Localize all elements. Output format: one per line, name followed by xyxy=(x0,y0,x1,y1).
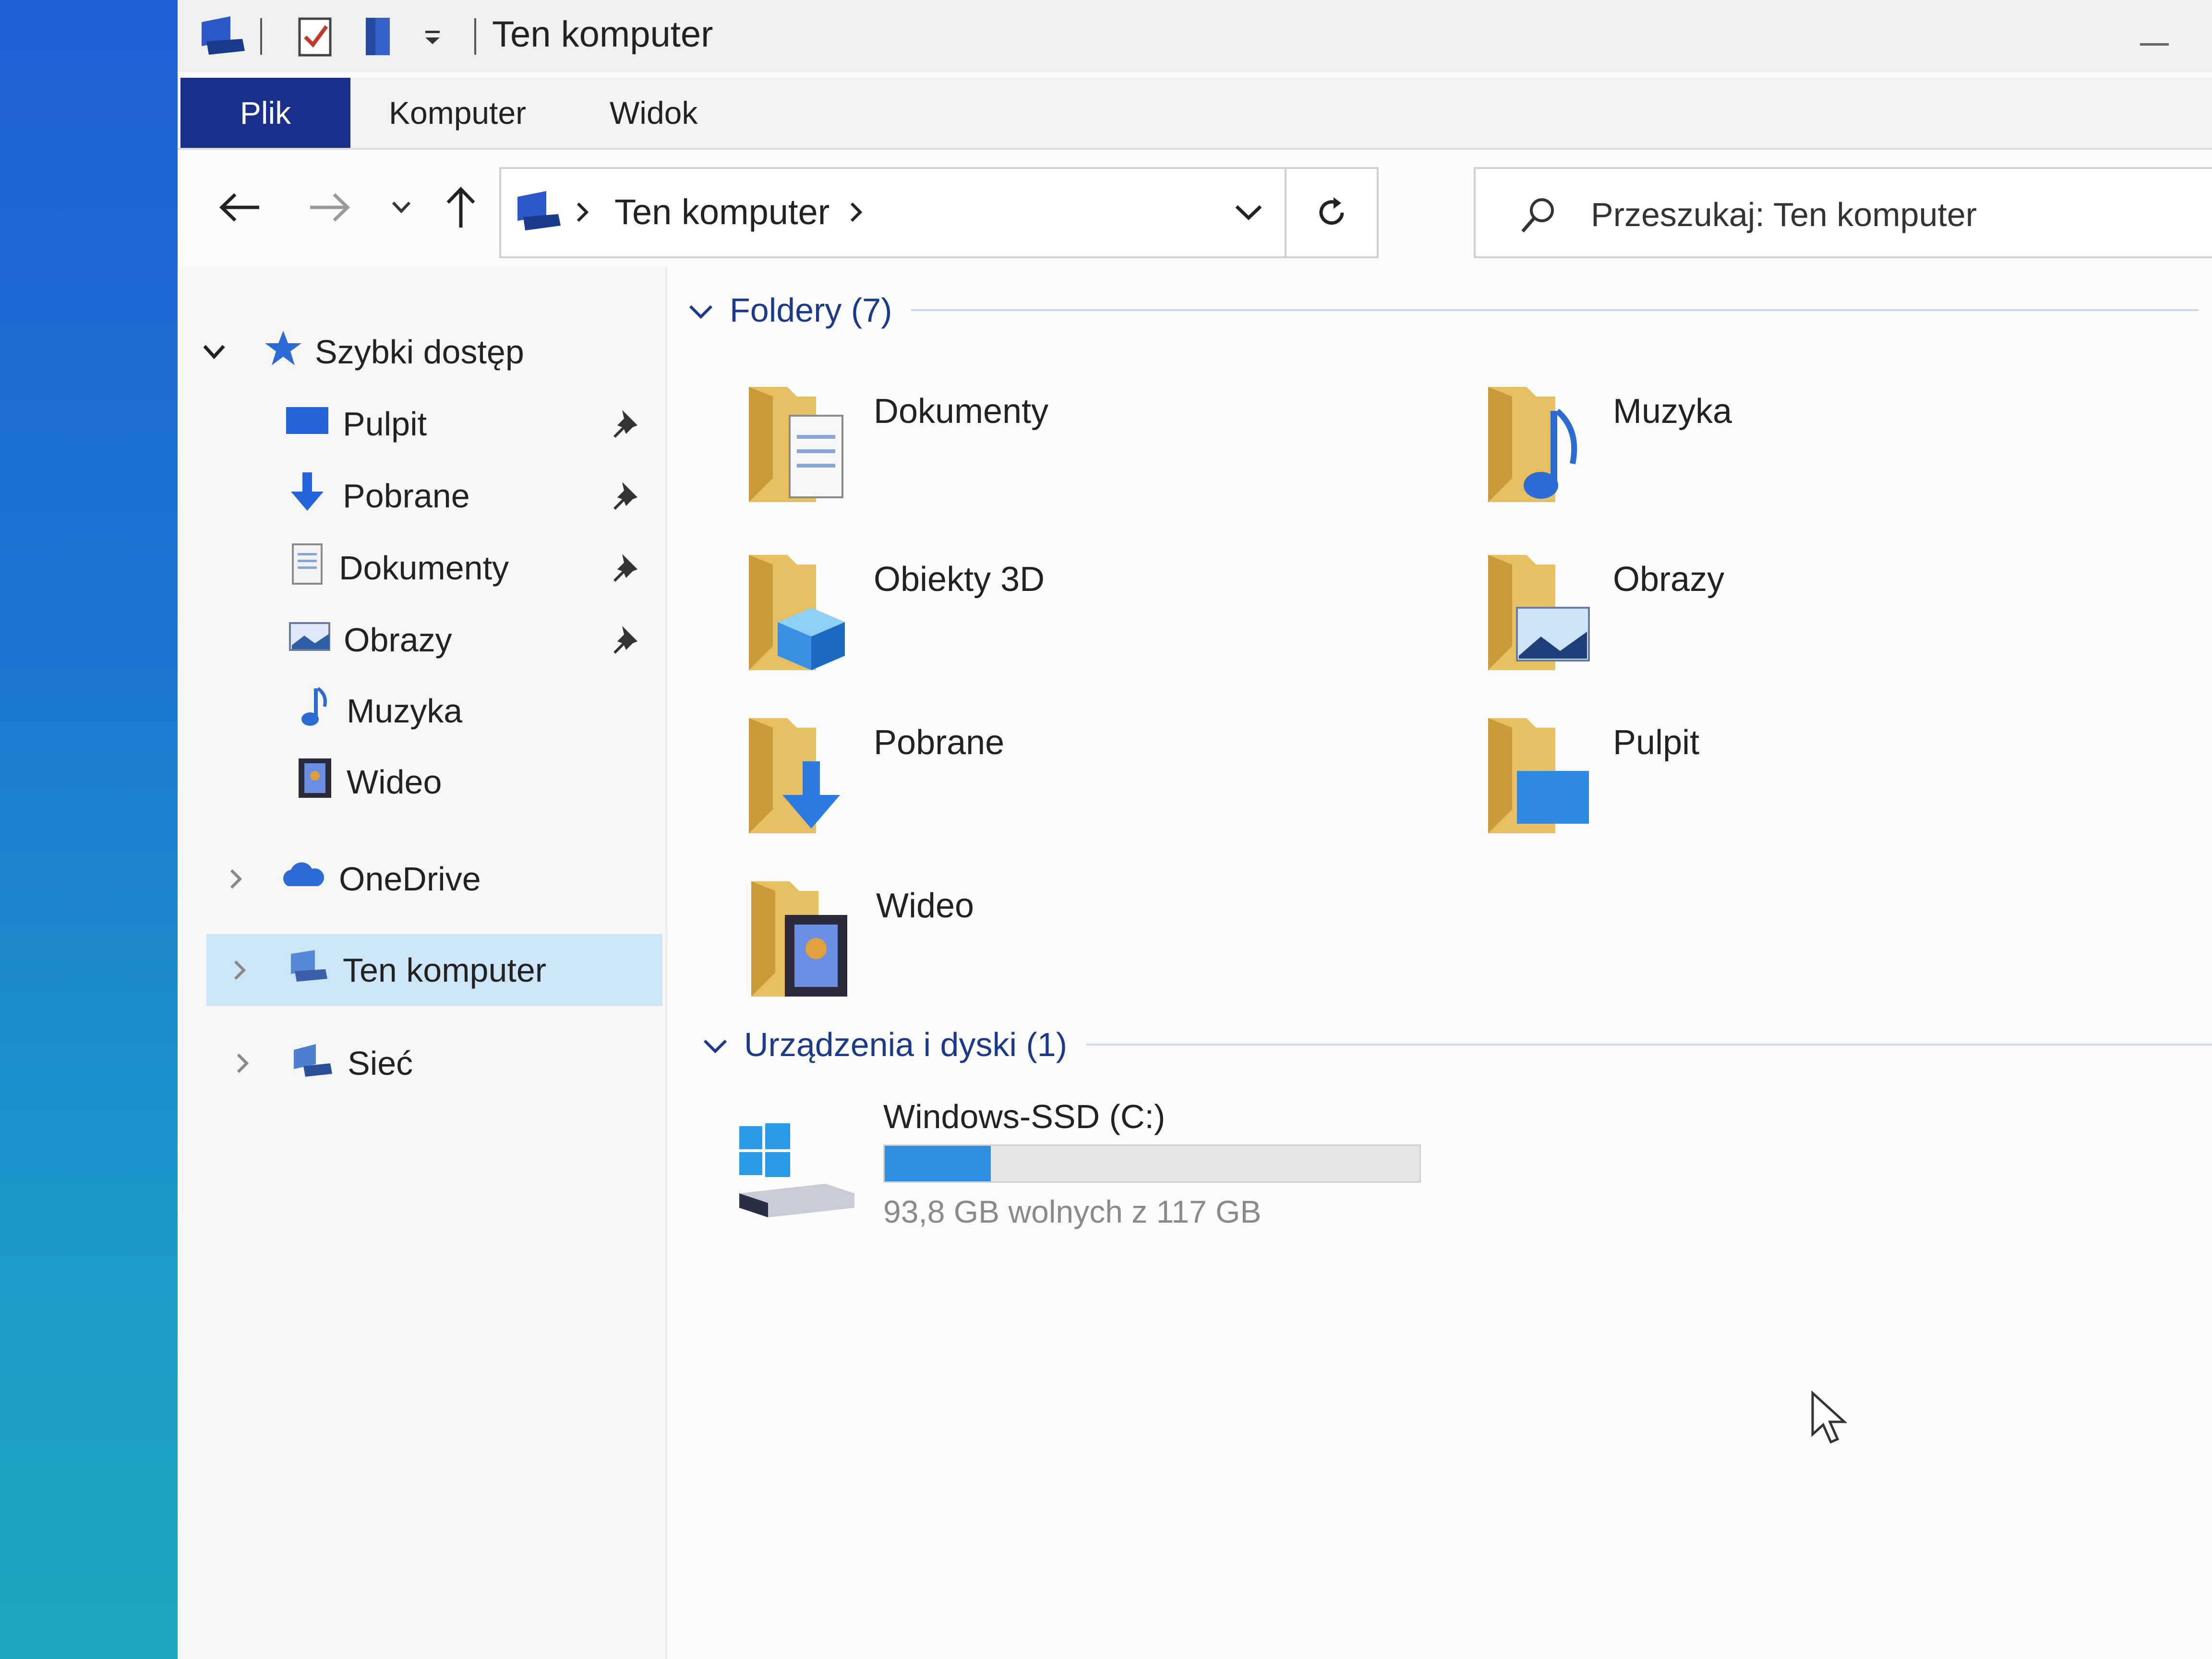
windows-drive-icon xyxy=(734,1121,864,1246)
nav-item-downloads[interactable]: Pobrane xyxy=(284,465,470,527)
refresh-button[interactable] xyxy=(1285,167,1379,258)
ribbon-tabs: Plik Komputer Widok xyxy=(178,78,2212,150)
documents-folder-icon xyxy=(744,382,854,507)
nav-item-desktop[interactable]: Pulpit xyxy=(284,393,427,455)
customize-quick-access-icon[interactable] xyxy=(421,12,445,60)
video-film-icon xyxy=(296,757,334,807)
computer-icon xyxy=(197,12,250,60)
nav-onedrive[interactable]: OneDrive xyxy=(278,848,481,910)
folder-tile-documents[interactable]: Dokumenty xyxy=(744,382,1368,526)
collapse-chevron-icon xyxy=(701,1025,730,1064)
navigation-pane: Szybki dostęp Pulpit Pobrane Dokumenty O… xyxy=(178,267,665,1659)
navigation-bar: Ten komputer Przeszukaj: Ten komputer xyxy=(178,150,2212,265)
folder-tile-3d-objects[interactable]: Obiekty 3D xyxy=(744,550,1368,694)
folder-tile-desktop[interactable]: Pulpit xyxy=(1483,713,2107,857)
file-explorer-window: Ten komputer Plik Komputer Widok Ten kom… xyxy=(178,0,2212,1659)
cloud-icon xyxy=(278,858,326,900)
document-icon xyxy=(288,542,326,593)
properties-checkbox-icon[interactable] xyxy=(297,12,335,60)
back-button[interactable] xyxy=(211,179,269,236)
tab-file[interactable]: Plik xyxy=(180,78,350,148)
folders-group-header[interactable]: Foldery (7) xyxy=(686,291,2199,329)
pin-icon[interactable] xyxy=(612,465,640,527)
videos-folder-icon xyxy=(746,877,857,1001)
pin-icon[interactable] xyxy=(612,609,640,671)
download-arrow-icon xyxy=(284,470,330,521)
title-bar: Ten komputer xyxy=(178,0,2212,72)
drive-tile-c[interactable]: Windows-SSD (C:) 93,8 GB wolnych z 117 G… xyxy=(734,1093,1551,1275)
search-icon xyxy=(1516,194,1559,240)
folder-tile-pictures[interactable]: Obrazy xyxy=(1483,550,2107,694)
pictures-folder-icon xyxy=(1483,550,1594,675)
drive-usage-fill xyxy=(885,1146,991,1181)
pin-icon[interactable] xyxy=(612,393,640,455)
downloads-folder-icon xyxy=(744,713,854,838)
tab-view[interactable]: Widok xyxy=(610,78,697,148)
devices-group-header[interactable]: Urządzenia i dyski (1) xyxy=(701,1025,2212,1064)
mouse-cursor-icon xyxy=(1810,1390,1853,1450)
nav-quick-access[interactable]: Szybki dostęp xyxy=(264,321,524,383)
breadcrumb-chevron-icon[interactable] xyxy=(847,198,866,229)
computer-icon xyxy=(287,947,330,993)
window-title: Ten komputer xyxy=(492,14,713,55)
collapse-chevron-icon xyxy=(686,291,715,329)
search-placeholder: Przeszukaj: Ten komputer xyxy=(1591,196,1977,233)
computer-icon xyxy=(513,188,565,239)
drive-free-space: 93,8 GB wolnych z 117 GB xyxy=(883,1194,1262,1229)
expand-chevron-icon[interactable] xyxy=(228,1032,257,1094)
3d-objects-folder-icon xyxy=(744,550,854,675)
refresh-icon xyxy=(1319,197,1344,225)
drive-usage-bar xyxy=(883,1144,1421,1183)
recent-locations-dropdown[interactable] xyxy=(382,179,421,236)
desktop-folder-icon xyxy=(1483,713,1594,838)
breadcrumb-chevron-icon[interactable] xyxy=(573,198,592,229)
desktop-icon xyxy=(284,403,330,445)
folder-tile-music[interactable]: Muzyka xyxy=(1483,382,2107,526)
address-bar[interactable]: Ten komputer xyxy=(499,167,1286,258)
network-icon xyxy=(289,1040,335,1086)
pictures-icon xyxy=(288,619,331,661)
new-folder-icon[interactable] xyxy=(361,12,395,60)
music-note-icon xyxy=(296,685,334,736)
star-icon xyxy=(264,329,302,375)
pin-icon[interactable] xyxy=(612,537,640,599)
folder-tile-downloads[interactable]: Pobrane xyxy=(744,713,1368,857)
tab-computer[interactable]: Komputer xyxy=(389,78,526,148)
drive-name: Windows-SSD (C:) xyxy=(883,1098,1166,1135)
expand-chevron-icon[interactable] xyxy=(222,848,251,910)
minimize-button[interactable] xyxy=(2140,43,2169,46)
folder-tile-videos[interactable]: Wideo xyxy=(746,877,1370,1021)
expand-chevron-icon[interactable] xyxy=(226,939,254,1001)
nav-item-pictures[interactable]: Obrazy xyxy=(288,609,452,671)
nav-network[interactable]: Sieć xyxy=(289,1032,413,1094)
address-dropdown-icon[interactable] xyxy=(1232,198,1265,229)
nav-this-pc[interactable]: Ten komputer xyxy=(287,939,546,1001)
search-box[interactable]: Przeszukaj: Ten komputer xyxy=(1474,167,2212,258)
music-folder-icon xyxy=(1483,382,1594,507)
nav-item-documents[interactable]: Dokumenty xyxy=(288,537,509,599)
up-button[interactable] xyxy=(437,179,485,236)
collapse-chevron-icon[interactable] xyxy=(200,321,228,383)
nav-item-music[interactable]: Muzyka xyxy=(296,680,462,742)
nav-item-videos[interactable]: Wideo xyxy=(296,751,442,813)
forward-button[interactable] xyxy=(301,179,358,236)
content-area: Foldery (7) Dokumenty Muzyka Obiekty 3D xyxy=(667,267,2212,1659)
breadcrumb-this-pc[interactable]: Ten komputer xyxy=(614,169,830,255)
